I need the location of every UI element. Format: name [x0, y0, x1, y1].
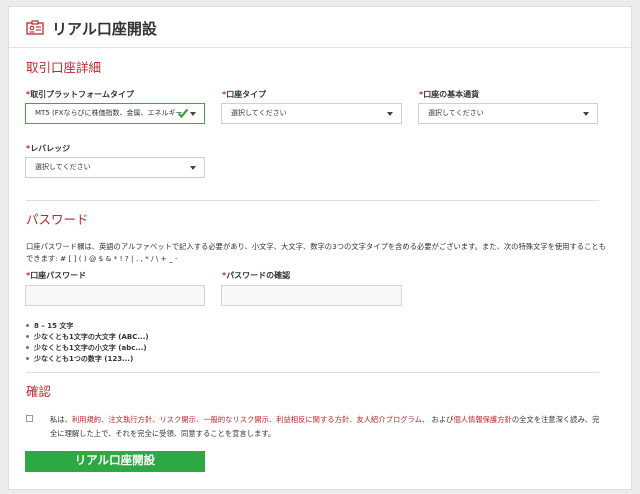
leverage-label-text: レバレッジ	[30, 144, 71, 153]
open-real-account-button[interactable]: リアル口座開設	[25, 451, 205, 472]
privacy-policy-link[interactable]: 個人情報保護方針	[453, 415, 511, 424]
base-currency-select-value: 選択してください	[428, 109, 484, 117]
order-execution-policy-link[interactable]: 注文執行方針	[108, 415, 152, 424]
password-label-text: 口座パスワード	[30, 271, 87, 280]
platform-select[interactable]: MT5 (FXならびに株価指数、金属、エネルギーの	[25, 103, 205, 124]
account-details-title: 取引口座詳細	[26, 60, 102, 75]
agreement-text: 私は、利用規約、注文執行方針、リスク開示、一般的なリスク開示、利益相反に関する方…	[50, 415, 600, 438]
password-rule: 少なくとも1文字の大文字 (ABC...)	[26, 332, 149, 343]
password-rule: 8 – 15 文字	[26, 321, 149, 332]
chevron-down-icon	[190, 112, 196, 116]
confirm-password-label-text: パスワードの確認	[226, 271, 291, 280]
section-divider	[26, 200, 599, 201]
confirm-section-title: 確認	[26, 384, 52, 399]
account-type-select-value: 選択してください	[231, 109, 287, 117]
base-currency-label: *口座の基本通貨	[419, 89, 479, 100]
header-divider	[9, 47, 631, 48]
referral-program-link[interactable]: 友人紹介プログラム	[356, 415, 421, 424]
chevron-down-icon	[583, 112, 589, 116]
chevron-down-icon	[387, 112, 393, 116]
platform-select-value: MT5 (FXならびに株価指数、金属、エネルギーの	[35, 109, 183, 117]
leverage-label: *レバレッジ	[26, 143, 70, 154]
account-type-label-text: 口座タイプ	[226, 90, 267, 99]
base-currency-select[interactable]: 選択してください	[418, 103, 598, 124]
password-label: *口座パスワード	[26, 270, 86, 281]
risk-disclosure-link[interactable]: リスク開示	[159, 415, 195, 424]
password-rule: 少なくとも1文字の小文字 (abc...)	[26, 343, 149, 354]
confirm-password-input[interactable]	[221, 285, 402, 306]
confirm-password-label: *パスワードの確認	[222, 270, 290, 281]
password-section-title: パスワード	[26, 212, 89, 227]
check-icon	[177, 108, 189, 119]
password-description: 口座パスワード欄は、英語のアルファベットで記入する必要があり、小文字、大文字、数…	[26, 242, 606, 263]
conflict-of-interest-policy-link[interactable]: 利益相反に関する方針	[276, 415, 349, 424]
password-rule: 少なくとも1つの数字 (123...)	[26, 354, 149, 365]
leverage-select[interactable]: 選択してください	[25, 157, 205, 178]
chevron-down-icon	[190, 166, 196, 170]
password-input[interactable]	[25, 285, 205, 306]
registration-panel: リアル口座開設 取引口座詳細 *取引プラットフォームタイプ MT5 (FXならび…	[8, 6, 632, 490]
password-rules-list: 8 – 15 文字 少なくとも1文字の大文字 (ABC...) 少なくとも1文字…	[26, 321, 149, 365]
agreement-row: 私は、利用規約、注文執行方針、リスク開示、一般的なリスク開示、利益相反に関する方…	[26, 413, 606, 441]
page-title: リアル口座開設	[52, 20, 157, 38]
platform-label-text: 取引プラットフォームタイプ	[30, 90, 134, 99]
agree-checkbox[interactable]	[26, 415, 33, 422]
account-type-label: *口座タイプ	[222, 89, 266, 100]
general-risk-disclosure-link[interactable]: 一般的なリスク開示	[203, 415, 269, 424]
page-header: リアル口座開設	[9, 7, 631, 48]
leverage-select-value: 選択してください	[35, 163, 91, 171]
base-currency-label-text: 口座の基本通貨	[423, 90, 480, 99]
account-type-select[interactable]: 選択してください	[221, 103, 402, 124]
platform-label: *取引プラットフォームタイプ	[26, 89, 134, 100]
id-card-icon	[26, 20, 44, 35]
section-divider	[26, 372, 599, 373]
terms-link[interactable]: 利用規約	[72, 415, 101, 424]
